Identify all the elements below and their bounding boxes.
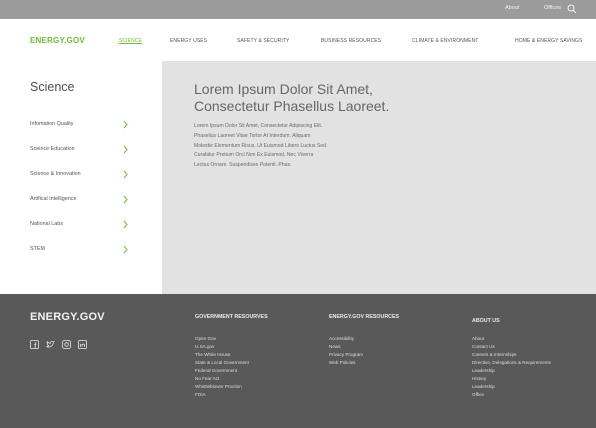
footer-link-history[interactable]: History <box>472 376 486 381</box>
nav-item-climate-environment[interactable]: CLIMATE & ENVIRONMENT <box>412 38 478 44</box>
body-line: Phasellus Laoreet Vitae Tortor At Interd… <box>194 132 311 139</box>
utility-bar: About Offices <box>0 0 596 19</box>
sidebar-item-label: Sceince Education <box>30 146 75 152</box>
chevron-right-icon <box>123 170 128 179</box>
sidebar-item-science-education[interactable]: Sceince Education <box>30 144 132 156</box>
footer-link-privacy-program[interactable]: Privacy Program <box>329 352 363 357</box>
linkedin-icon[interactable] <box>78 340 87 349</box>
footer-link-about[interactable]: About <box>472 336 484 341</box>
sidebar-item-label: Artifical Intelligence <box>30 196 77 202</box>
main-content: Lorem Ipsum Dolor Sit Amet, Consectetur … <box>162 61 596 294</box>
offices-link[interactable]: Offices <box>544 5 561 11</box>
chevron-right-icon <box>123 120 128 129</box>
footer-link-directives[interactable]: Directive, Delegations & Requirements <box>472 360 551 365</box>
footer-logo[interactable]: ENERGY.GOV <box>30 311 105 323</box>
footer-heading-energy-gov-resources: ENERGY.GOV RESOURCES <box>329 314 400 320</box>
sidebar-item-science-innovation[interactable]: Science & Innovation <box>30 169 132 181</box>
footer: ENERGY.GOV GOVERNMENT RESOURVES Open Gov… <box>0 294 596 428</box>
main-navigation: ENERGY.GOV SCIENCE ENERGY USES SAFETY & … <box>0 19 596 61</box>
footer-link-foia[interactable]: FOIA <box>195 392 206 397</box>
footer-link-leadership[interactable]: Leadership <box>472 368 495 373</box>
footer-link-leadership-2[interactable]: Leadership <box>472 384 495 389</box>
footer-link-office[interactable]: Office <box>472 392 484 397</box>
footer-link-state-local-government[interactable]: State & Local Government <box>195 360 249 365</box>
footer-link-web-policies[interactable]: Web Policies <box>329 360 355 365</box>
facebook-icon[interactable] <box>30 340 39 349</box>
footer-link-contact-us[interactable]: Contact Us <box>472 344 495 349</box>
footer-link-accessibility[interactable]: Accessibility <box>329 336 354 341</box>
body-line: Molestie Elementum Risus, Ut Euismod Lib… <box>194 142 328 149</box>
footer-link-news[interactable]: News <box>329 344 341 349</box>
nav-item-safety-security[interactable]: SAFETY & SECURITY <box>237 38 289 44</box>
sidebar-item-label: Infomation Quality <box>30 121 74 127</box>
about-link[interactable]: About <box>505 5 519 11</box>
footer-link-open-gov[interactable]: Open Gov <box>195 336 216 341</box>
sidebar-item-information-quality[interactable]: Infomation Quality <box>30 119 132 131</box>
sidebar-item-label: National Labs <box>30 221 63 227</box>
footer-link-whistleblower-protection[interactable]: Whistleblower Proction <box>195 384 242 389</box>
nav-item-science[interactable]: SCIENCE <box>119 38 142 44</box>
footer-link-no-fear-act[interactable]: No Fear Act <box>195 376 219 381</box>
sidebar: Science Infomation Quality Sceince Educa… <box>0 61 162 294</box>
chevron-right-icon <box>123 220 128 229</box>
body-line: Lectus Ornare. Suspendisse Potenti. Phas… <box>194 162 292 169</box>
footer-link-usa-gov[interactable]: U.SA.gov <box>195 344 214 349</box>
nav-item-home-energy-savings[interactable]: HOME & ENERGY SAVINGS <box>515 38 583 44</box>
footer-link-white-house[interactable]: The White House <box>195 352 231 357</box>
chevron-right-icon <box>123 245 128 254</box>
body-paragraph: Lorem Ipsum Dolor Sit Amet, Consectetur … <box>194 122 394 171</box>
headline-line: Lorem Ipsum Dolor Sit Amet, <box>194 81 373 97</box>
sidebar-item-stem[interactable]: STEM <box>30 244 132 256</box>
footer-heading-government-resources: GOVERNMENT RESOURVES <box>195 314 268 320</box>
sidebar-item-label: STEM <box>30 246 45 252</box>
headline-line: Consectetur Phasellus Laoreet. <box>194 98 390 114</box>
chevron-right-icon <box>123 145 128 154</box>
body-line: Lorem Ipsum Dolor Sit Amet, Consectetur … <box>194 123 323 129</box>
twitter-icon[interactable] <box>46 340 55 349</box>
search-icon[interactable] <box>567 4 577 14</box>
sidebar-title: Science <box>30 80 75 94</box>
footer-heading-about-us: ABOUT US <box>472 318 500 324</box>
instagram-icon[interactable] <box>62 340 71 349</box>
sidebar-item-national-labs[interactable]: National Labs <box>30 219 132 231</box>
nav-item-energy-uses[interactable]: ENERGY USES <box>170 38 207 44</box>
footer-link-federal-government[interactable]: Federal Government <box>195 368 237 373</box>
footer-link-careers-internships[interactable]: Careers & Internships <box>472 352 516 357</box>
chevron-right-icon <box>123 195 128 204</box>
sidebar-item-artificial-intelligence[interactable]: Artifical Intelligence <box>30 194 132 206</box>
sidebar-item-label: Science & Innovation <box>30 171 81 177</box>
site-logo[interactable]: ENERGY.GOV <box>30 36 85 45</box>
body-line: Curabitur Pretium Orci Non Ex Euismod, N… <box>194 152 314 159</box>
page-headline: Lorem Ipsum Dolor Sit Amet, Consectetur … <box>194 81 454 115</box>
nav-item-business-resources[interactable]: BUSINESS RESOURCES <box>321 38 381 44</box>
